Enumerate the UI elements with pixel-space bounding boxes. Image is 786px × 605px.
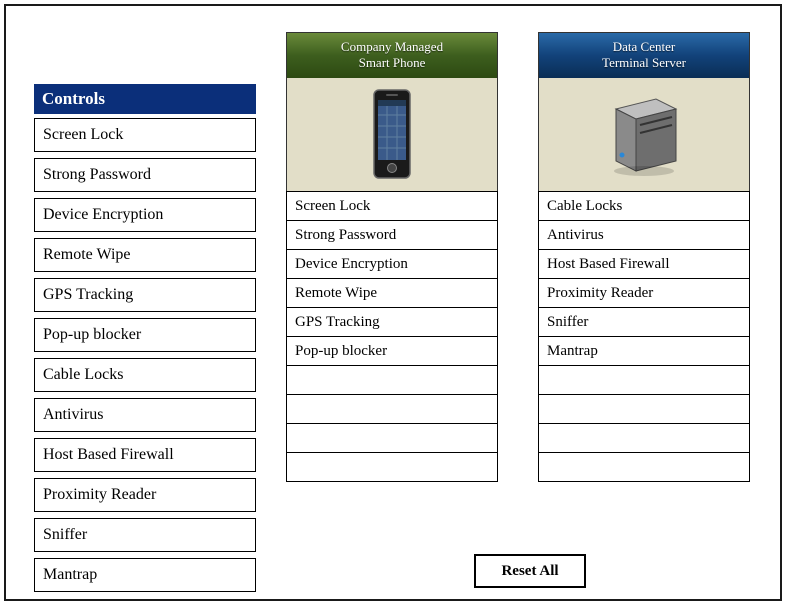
drop-slot[interactable] (286, 394, 498, 424)
drop-slot[interactable] (538, 365, 750, 395)
drop-slot[interactable]: GPS Tracking (286, 307, 498, 337)
device-title-line: Data Center (543, 39, 745, 55)
drop-slot[interactable] (538, 394, 750, 424)
drop-slot[interactable] (286, 365, 498, 395)
device-title-line: Terminal Server (543, 55, 745, 71)
drop-slot[interactable]: Proximity Reader (538, 278, 750, 308)
drop-slot[interactable] (538, 452, 750, 482)
control-item[interactable]: Antivirus (34, 398, 256, 432)
device-title: Company Managed Smart Phone (287, 33, 497, 78)
drop-slot[interactable]: Mantrap (538, 336, 750, 366)
drop-slot[interactable]: Device Encryption (286, 249, 498, 279)
drop-slot[interactable]: Host Based Firewall (538, 249, 750, 279)
device-header: Company Managed Smart Phone (286, 32, 498, 192)
drop-slot[interactable]: Sniffer (538, 307, 750, 337)
drop-slot[interactable]: Pop-up blocker (286, 336, 498, 366)
smartphone-icon (287, 78, 497, 192)
device-title-line: Smart Phone (291, 55, 493, 71)
drop-slot[interactable]: Strong Password (286, 220, 498, 250)
control-item[interactable]: GPS Tracking (34, 278, 256, 312)
drop-slot-list: Screen Lock Strong Password Device Encry… (286, 191, 498, 482)
device-card-server: Data Center Terminal Server (538, 32, 750, 482)
controls-header: Controls (34, 84, 256, 114)
exercise-frame: Controls Screen Lock Strong Password Dev… (4, 4, 782, 601)
control-item[interactable]: Screen Lock (34, 118, 256, 152)
device-card-phone: Company Managed Smart Phone (286, 32, 498, 482)
control-item[interactable]: Host Based Firewall (34, 438, 256, 472)
drop-slot-list: Cable Locks Antivirus Host Based Firewal… (538, 191, 750, 482)
drop-slot[interactable] (538, 423, 750, 453)
control-item[interactable]: Cable Locks (34, 358, 256, 392)
drop-slot[interactable]: Screen Lock (286, 191, 498, 221)
device-title: Data Center Terminal Server (539, 33, 749, 78)
control-item[interactable]: Pop-up blocker (34, 318, 256, 352)
device-header: Data Center Terminal Server (538, 32, 750, 192)
control-item[interactable]: Device Encryption (34, 198, 256, 232)
control-item[interactable]: Proximity Reader (34, 478, 256, 512)
controls-panel: Controls Screen Lock Strong Password Dev… (34, 84, 256, 598)
reset-all-button[interactable]: Reset All (474, 554, 586, 588)
control-item[interactable]: Sniffer (34, 518, 256, 552)
control-item[interactable]: Remote Wipe (34, 238, 256, 272)
drop-slot[interactable] (286, 423, 498, 453)
control-item[interactable]: Mantrap (34, 558, 256, 592)
device-title-line: Company Managed (291, 39, 493, 55)
control-item[interactable]: Strong Password (34, 158, 256, 192)
drop-slot[interactable]: Cable Locks (538, 191, 750, 221)
drop-slot[interactable]: Antivirus (538, 220, 750, 250)
drop-slot[interactable]: Remote Wipe (286, 278, 498, 308)
drop-slot[interactable] (286, 452, 498, 482)
server-icon (539, 78, 749, 192)
